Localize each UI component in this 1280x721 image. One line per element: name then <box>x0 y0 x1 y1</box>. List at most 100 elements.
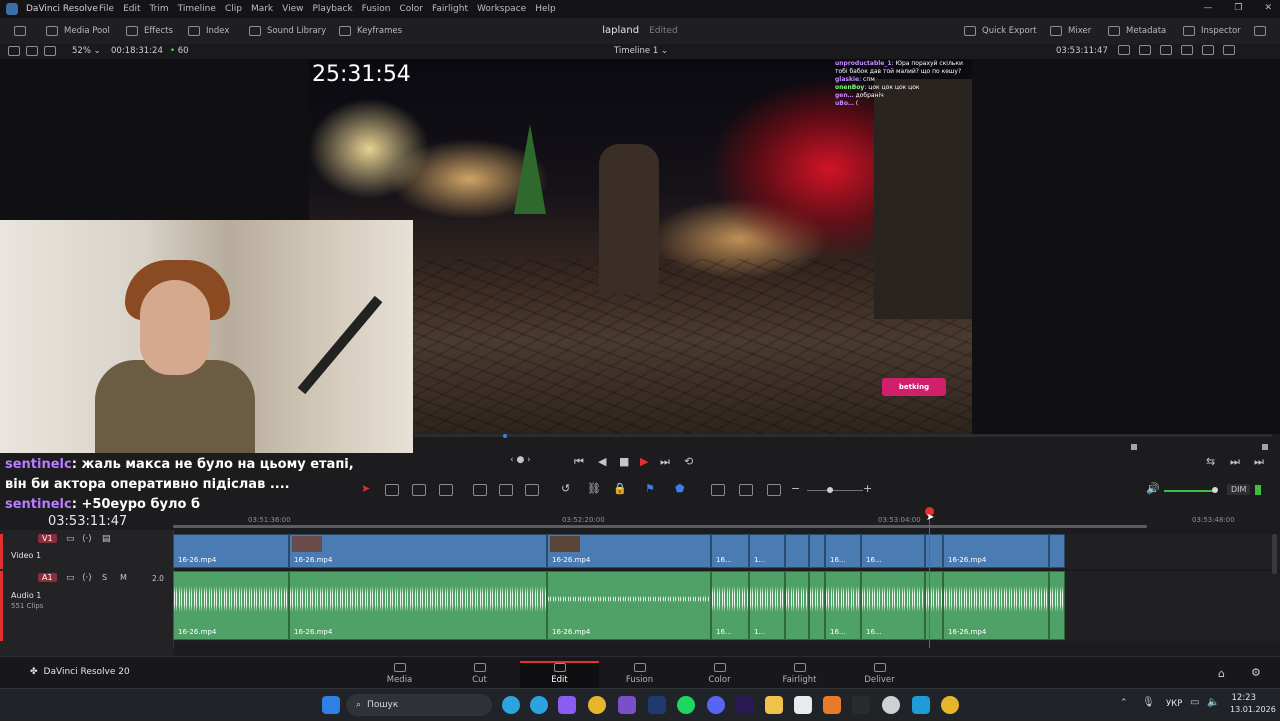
minimize-icon[interactable]: — <box>1203 3 1212 13</box>
tab-edit[interactable]: Edit <box>520 661 599 689</box>
stop-icon[interactable]: ■ <box>619 455 629 468</box>
menu-workspace[interactable]: Workspace <box>477 4 526 14</box>
zoom-in-icon[interactable]: + <box>863 482 872 495</box>
audio-clip[interactable] <box>809 571 825 640</box>
zoom-custom-icon[interactable] <box>767 484 781 496</box>
tab-media[interactable]: Media <box>360 661 439 689</box>
edge-icon[interactable] <box>502 696 520 714</box>
blade-tool-icon[interactable] <box>439 484 453 496</box>
dim-button[interactable]: DIM <box>1227 484 1251 495</box>
app-icon[interactable] <box>912 696 930 714</box>
menu-mark[interactable]: Mark <box>251 4 273 14</box>
video-clip[interactable]: 16-26.mp4 <box>173 534 289 568</box>
menu-clip[interactable]: Clip <box>225 4 242 14</box>
options-icon[interactable] <box>1223 45 1235 55</box>
video-clip[interactable] <box>1049 534 1065 568</box>
vertical-scrollbar[interactable] <box>1272 534 1277 574</box>
start-icon[interactable] <box>322 696 340 714</box>
video-clip[interactable]: 1... <box>749 534 785 568</box>
audio-clip[interactable]: 16... <box>825 571 861 640</box>
last-frame-icon[interactable]: ⏭ <box>1254 455 1264 469</box>
flag-icon[interactable]: ⚑ <box>645 482 655 495</box>
jog-icon[interactable]: ‹ ● › <box>510 455 531 465</box>
microphone-icon[interactable]: 🎙 <box>1142 697 1155 708</box>
grid-view-icon[interactable] <box>44 46 56 56</box>
menu-color[interactable]: Color <box>399 4 423 14</box>
app-icon[interactable] <box>618 696 636 714</box>
quick-export-button[interactable]: Quick Export <box>964 18 1037 44</box>
menu-timeline[interactable]: Timeline <box>178 4 216 14</box>
zoom-slider-handle[interactable] <box>827 487 833 493</box>
spotify-icon[interactable] <box>677 696 695 714</box>
video-clip[interactable]: 16-26.mp4 <box>289 534 547 568</box>
lock-icon[interactable]: 🔒 <box>613 482 627 495</box>
video-clip[interactable]: 16-26.mp4 <box>547 534 711 568</box>
auto-select-icon[interactable]: ⟨·⟩ <box>82 534 92 544</box>
play-icon[interactable]: ▶ <box>640 455 648 468</box>
play-reverse-icon[interactable]: ◀ <box>598 455 606 468</box>
tab-cut[interactable]: Cut <box>440 661 519 689</box>
timeline-selector[interactable]: Timeline 1 ⌄ <box>614 46 668 56</box>
menu-help[interactable]: Help <box>535 4 556 14</box>
obs-icon[interactable] <box>882 696 900 714</box>
settings-gear-icon[interactable]: ⚙ <box>1251 666 1261 679</box>
lock-icon[interactable]: ▭ <box>66 534 75 544</box>
audio-clip[interactable] <box>785 571 809 640</box>
overwrite-clip-icon[interactable] <box>499 484 513 496</box>
lock-icon[interactable]: ▭ <box>66 573 75 583</box>
close-icon[interactable]: ✕ <box>1264 3 1272 13</box>
replace-clip-icon[interactable] <box>525 484 539 496</box>
audio-clip[interactable]: 1... <box>749 571 785 640</box>
audio-clip[interactable] <box>925 571 943 640</box>
menu-file[interactable]: File <box>99 4 114 14</box>
audio-clip[interactable]: 16-26.mp4 <box>943 571 1049 640</box>
chrome-icon[interactable] <box>588 696 606 714</box>
monitor-output-icon[interactable] <box>1139 45 1151 55</box>
insert-clip-icon[interactable] <box>473 484 487 496</box>
menu-view[interactable]: View <box>282 4 303 14</box>
split-view-icon[interactable] <box>1202 45 1214 55</box>
skip-back-icon[interactable]: ⏮ <box>574 455 584 469</box>
audio-clip[interactable]: 16... <box>861 571 925 640</box>
menu-trim[interactable]: Trim <box>150 4 169 14</box>
audio-clip[interactable]: 16-26.mp4 <box>173 571 289 640</box>
volume-slider-handle[interactable] <box>1212 487 1218 493</box>
app-icon[interactable] <box>852 696 870 714</box>
speaker-icon[interactable]: 🔈 <box>1207 697 1219 708</box>
explorer-icon[interactable] <box>765 696 783 714</box>
zoom-detail-icon[interactable] <box>739 484 753 496</box>
selection-tool-icon[interactable]: ➤ <box>361 482 370 495</box>
audio-clip[interactable] <box>1049 571 1065 640</box>
telegram-icon[interactable] <box>530 696 548 714</box>
trim-tool-icon[interactable] <box>385 484 399 496</box>
loop-icon[interactable]: ⟲ <box>684 455 693 468</box>
v1-track-tag[interactable]: V1 <box>38 534 57 543</box>
discord-icon[interactable] <box>707 696 725 714</box>
mixer-button[interactable]: Mixer <box>1050 18 1091 44</box>
zoom-full-icon[interactable] <box>711 484 725 496</box>
solo-button[interactable]: S <box>102 573 107 582</box>
transform-icon[interactable] <box>1160 45 1172 55</box>
premiere-icon[interactable] <box>736 696 754 714</box>
audio-clip[interactable]: 16... <box>711 571 749 640</box>
notepad-icon[interactable] <box>794 696 812 714</box>
auto-select-icon[interactable]: ⟨·⟩ <box>82 573 92 583</box>
timeline-ruler[interactable]: 03:51:36:00 03:52:20:00 03:53:04:00 03:5… <box>173 510 1280 530</box>
timeline-scroll-bar[interactable] <box>173 525 1147 528</box>
menu-fusion[interactable]: Fusion <box>362 4 391 14</box>
app-icon[interactable] <box>823 696 841 714</box>
volume-icon[interactable]: 🔊 <box>1146 482 1160 495</box>
audio-clip[interactable]: 16-26.mp4 <box>289 571 547 640</box>
snapping-icon[interactable]: ↺ <box>561 482 570 495</box>
clock-date[interactable]: 13.01.2026 <box>1230 705 1276 714</box>
clip-view-icon[interactable] <box>26 46 38 56</box>
tab-deliver[interactable]: Deliver <box>840 661 919 689</box>
tray-chevron-icon[interactable]: ⌃ <box>1120 698 1128 708</box>
tab-color[interactable]: Color <box>680 661 759 689</box>
video-clip[interactable] <box>809 534 825 568</box>
tab-fairlight[interactable]: Fairlight <box>760 661 839 689</box>
next-clip-icon[interactable]: ⏭ <box>1230 455 1240 469</box>
copilot-icon[interactable] <box>558 696 576 714</box>
menu-playback[interactable]: Playback <box>313 4 353 14</box>
track-display-icon[interactable]: ▤ <box>102 534 111 544</box>
